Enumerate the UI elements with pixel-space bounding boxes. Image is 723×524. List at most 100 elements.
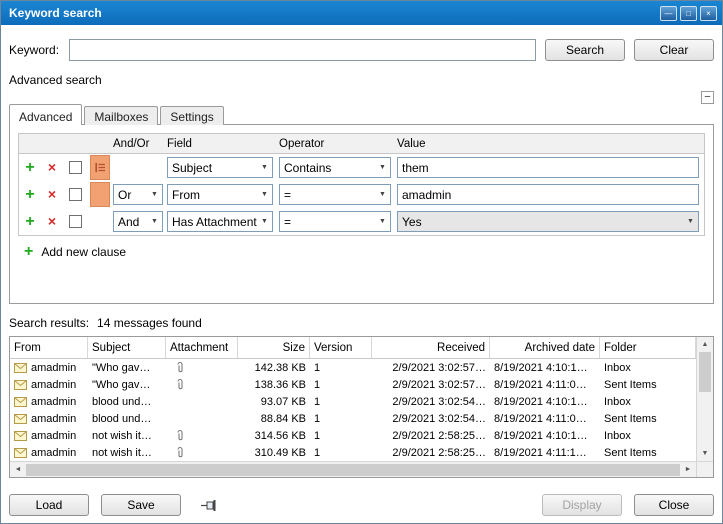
table-row[interactable]: amadmin not wish it… 314.56 KB 1 2/9/202… xyxy=(10,427,696,444)
search-button[interactable]: Search xyxy=(545,39,625,61)
paperclip-icon xyxy=(176,378,184,391)
header-field: Field xyxy=(167,138,279,150)
field-select-value: From xyxy=(172,188,200,202)
close-button[interactable]: × xyxy=(700,6,717,21)
scroll-up-icon[interactable]: ▲ xyxy=(697,337,713,352)
cell-from: amadmin xyxy=(31,430,76,442)
envelope-icon xyxy=(14,448,27,458)
cell-folder: Sent Items xyxy=(600,444,696,461)
column-header-version[interactable]: Version xyxy=(310,337,372,358)
column-header-from[interactable]: From xyxy=(10,337,88,358)
table-row[interactable]: amadmin blood und… 88.84 KB 1 2/9/2021 3… xyxy=(10,410,696,427)
tab-advanced[interactable]: Advanced xyxy=(9,104,82,125)
scroll-down-icon[interactable]: ▼ xyxy=(697,446,713,461)
footer-bar: Load Save Display Close xyxy=(9,494,714,516)
field-select[interactable]: Has Attachment▼ xyxy=(167,211,273,232)
header-and-or: And/Or xyxy=(113,138,167,150)
column-header-received[interactable]: Received xyxy=(372,337,490,358)
table-row[interactable]: amadmin not wish it… 310.49 KB 1 2/9/202… xyxy=(10,444,696,461)
advanced-tab-panel: And/Or Field Operator Value + × xyxy=(9,124,714,304)
cell-subject: blood und… xyxy=(88,393,166,410)
clause-row: + × Subject▼ Contains▼ xyxy=(19,154,704,181)
value-select[interactable]: Yes▼ xyxy=(397,211,699,232)
row-selector-icon xyxy=(95,162,106,173)
add-clause-icon[interactable]: + xyxy=(25,159,34,176)
delete-clause-icon[interactable]: × xyxy=(48,159,56,175)
clause-group-indicator[interactable] xyxy=(90,155,110,180)
results-table: From Subject Attachment Size Version Rec… xyxy=(9,336,714,478)
keyword-label: Keyword: xyxy=(9,43,59,57)
cell-archived-date: 8/19/2021 4:10:1… xyxy=(490,393,600,410)
cell-folder: Inbox xyxy=(600,359,696,376)
cell-subject: "Who gav… xyxy=(88,359,166,376)
paperclip-icon xyxy=(176,429,184,442)
cell-subject: "Who gav… xyxy=(88,376,166,393)
and-or-select[interactable]: Or▼ xyxy=(113,184,163,205)
load-button[interactable]: Load xyxy=(9,494,89,516)
column-header-folder[interactable]: Folder xyxy=(600,337,696,358)
column-header-subject[interactable]: Subject xyxy=(88,337,166,358)
clause-group-indicator[interactable] xyxy=(90,182,110,207)
column-header-size[interactable]: Size xyxy=(238,337,310,358)
value-input[interactable] xyxy=(397,157,699,178)
keyword-input[interactable] xyxy=(69,39,536,61)
scroll-right-icon[interactable]: ► xyxy=(680,466,696,473)
save-button[interactable]: Save xyxy=(101,494,181,516)
horizontal-scroll-thumb[interactable] xyxy=(26,464,680,476)
header-value: Value xyxy=(397,138,704,150)
column-header-archived-date[interactable]: Archived date xyxy=(490,337,600,358)
cell-size: 138.36 KB xyxy=(238,376,310,393)
field-select[interactable]: Subject▼ xyxy=(167,157,273,178)
clause-checkbox[interactable] xyxy=(69,188,82,201)
operator-select[interactable]: =▼ xyxy=(279,211,391,232)
clause-checkbox[interactable] xyxy=(69,215,82,228)
cell-archived-date: 8/19/2021 4:11:0… xyxy=(490,376,600,393)
tab-settings[interactable]: Settings xyxy=(160,106,223,125)
and-or-select[interactable]: And▼ xyxy=(113,211,163,232)
paperclip-icon xyxy=(176,361,184,374)
field-select[interactable]: From▼ xyxy=(167,184,273,205)
table-row[interactable]: amadmin "Who gav… 138.36 KB 1 2/9/2021 3… xyxy=(10,376,696,393)
cell-folder: Inbox xyxy=(600,393,696,410)
table-row[interactable]: amadmin blood und… 93.07 KB 1 2/9/2021 3… xyxy=(10,393,696,410)
horizontal-scrollbar[interactable]: ◄ ► xyxy=(10,461,713,477)
collapse-toggle-icon[interactable]: − xyxy=(701,91,714,104)
cell-folder: Sent Items xyxy=(600,410,696,427)
search-results-summary: Search results: 14 messages found xyxy=(9,316,714,330)
add-new-clause[interactable]: + Add new clause xyxy=(18,244,705,260)
cell-archived-date: 8/19/2021 4:10:1… xyxy=(490,427,600,444)
cell-from: amadmin xyxy=(31,396,76,408)
advanced-search-label[interactable]: Advanced search xyxy=(9,73,714,87)
delete-clause-icon[interactable]: × xyxy=(48,186,56,202)
clause-grid: And/Or Field Operator Value + × xyxy=(18,133,705,236)
column-header-attachment[interactable]: Attachment xyxy=(166,337,238,358)
add-clause-icon[interactable]: + xyxy=(25,186,34,203)
titlebar[interactable]: Keyword search — □ × xyxy=(1,1,722,25)
delete-clause-icon[interactable]: × xyxy=(48,213,56,229)
pin-icon[interactable] xyxy=(201,499,219,512)
maximize-button[interactable]: □ xyxy=(680,6,697,21)
operator-select[interactable]: =▼ xyxy=(279,184,391,205)
close-dialog-button[interactable]: Close xyxy=(634,494,714,516)
add-clause-icon[interactable]: + xyxy=(25,213,34,230)
tab-mailboxes[interactable]: Mailboxes xyxy=(84,106,158,125)
vertical-scrollbar[interactable]: ▲ ▼ xyxy=(696,337,713,461)
header-operator: Operator xyxy=(279,138,397,150)
minimize-button[interactable]: — xyxy=(660,6,677,21)
clause-grid-header: And/Or Field Operator Value xyxy=(19,134,704,154)
chevron-down-icon: ▼ xyxy=(683,218,698,225)
cell-version: 1 xyxy=(310,376,372,393)
vertical-scroll-thumb[interactable] xyxy=(699,352,711,392)
scroll-left-icon[interactable]: ◄ xyxy=(10,466,26,473)
display-button[interactable]: Display xyxy=(542,494,622,516)
cell-subject: blood und… xyxy=(88,410,166,427)
operator-select[interactable]: Contains▼ xyxy=(279,157,391,178)
and-or-select-value: And xyxy=(118,215,139,229)
clear-button[interactable]: Clear xyxy=(634,39,714,61)
cell-size: 88.84 KB xyxy=(238,410,310,427)
value-input[interactable] xyxy=(397,184,699,205)
table-row[interactable]: amadmin "Who gav… 142.38 KB 1 2/9/2021 3… xyxy=(10,359,696,376)
chevron-down-icon: ▼ xyxy=(257,218,272,225)
clause-checkbox[interactable] xyxy=(69,161,82,174)
add-clause-icon: + xyxy=(24,244,33,260)
